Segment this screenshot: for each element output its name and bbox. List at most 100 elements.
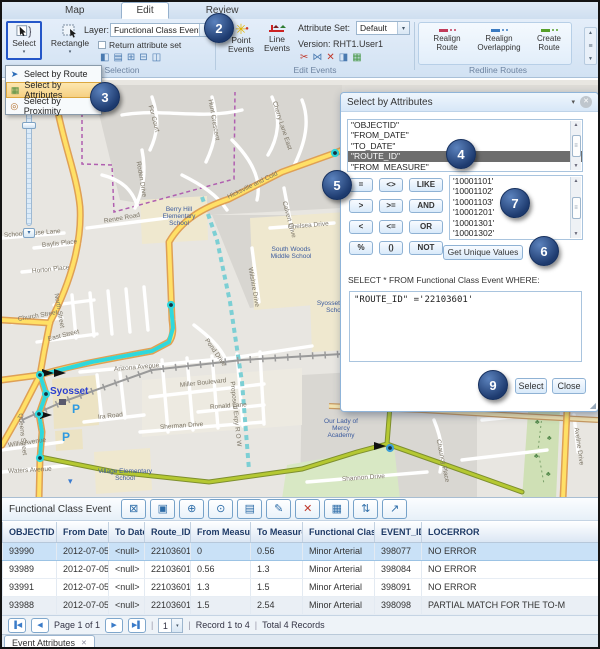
selection-list-icon[interactable]: ▤ xyxy=(113,52,122,63)
page-number-caret-icon[interactable]: ▾ xyxy=(172,618,183,633)
select-dropdown-caret-icon[interactable]: ▾ xyxy=(23,48,26,57)
create-route-button[interactable]: Create Route xyxy=(528,26,570,62)
table-row[interactable]: 939912012-07-05<null>221036011.31.5Minor… xyxy=(3,578,599,596)
attribute-set-caret-icon[interactable]: ▾ xyxy=(397,22,409,34)
col-header[interactable]: OBJECTID xyxy=(3,522,57,542)
cell[interactable]: 22103601 xyxy=(145,542,191,560)
cell[interactable]: 22103601 xyxy=(145,578,191,596)
cell[interactable]: 0.56 xyxy=(191,560,251,578)
split-event-icon[interactable]: ✂ xyxy=(300,52,308,63)
cell[interactable]: PARTIAL MATCH FOR THE TO-M xyxy=(422,596,599,614)
page-number-dropdown[interactable]: 1 ▾ xyxy=(158,618,183,633)
col-header[interactable]: To Date xyxy=(109,522,145,542)
operator-notequal-button[interactable]: <> xyxy=(379,178,403,192)
next-page-button[interactable]: ▶ xyxy=(105,618,123,633)
operator-percent-button[interactable]: % xyxy=(349,241,373,255)
attribute-grid-icon[interactable]: ▦ xyxy=(352,52,361,63)
cell[interactable]: 22103601 xyxy=(145,596,191,614)
cell[interactable]: Minor Arterial xyxy=(303,542,375,560)
collapse-arrow-icon[interactable]: ▾ xyxy=(68,476,73,487)
value-item[interactable]: '10001101' xyxy=(450,176,582,186)
edit-attribute-set-button[interactable]: ✎ xyxy=(266,499,291,519)
value-item[interactable]: '10001302' xyxy=(450,228,582,238)
sort-records-button[interactable]: ⇅ xyxy=(353,499,378,519)
open-table-button[interactable]: ▦ xyxy=(324,499,349,519)
cell[interactable]: 398077 xyxy=(375,542,422,560)
cell[interactable]: 1.3 xyxy=(251,560,303,578)
layer-dropdown[interactable]: Functional Class Event ▾ xyxy=(110,23,212,37)
scroll-down-icon[interactable]: ▼ xyxy=(574,231,579,237)
operator-greaterequal-button[interactable]: >= xyxy=(379,199,403,213)
scrollbar-thumb[interactable]: ≡ xyxy=(572,197,581,219)
cell[interactable]: 398084 xyxy=(375,560,422,578)
cell[interactable]: 93988 xyxy=(3,596,57,614)
cell[interactable]: 22103601 xyxy=(145,560,191,578)
clear-selection-icon[interactable]: ◧ xyxy=(100,52,109,63)
cell[interactable]: 1.5 xyxy=(191,596,251,614)
cell[interactable]: NO ERROR xyxy=(422,542,599,560)
cell[interactable]: NO ERROR xyxy=(422,560,599,578)
export-records-button[interactable]: ↗ xyxy=(382,499,407,519)
operator-not-button[interactable]: NOT xyxy=(409,241,443,255)
tab-map[interactable]: Map xyxy=(50,2,99,19)
col-header[interactable]: Route_ID xyxy=(145,522,191,542)
operator-parens-button[interactable]: () xyxy=(379,241,403,255)
menu-item-select-by-proximity[interactable]: ◎ Select by Proximity xyxy=(6,98,101,114)
where-clause-input[interactable]: "ROUTE_ID" ='22103601' xyxy=(349,291,582,362)
operator-lessequal-button[interactable]: <= xyxy=(379,220,403,234)
col-header[interactable]: Functional Class xyxy=(303,522,375,542)
col-header[interactable]: To Measure xyxy=(251,522,303,542)
first-page-button[interactable]: ▐◀ xyxy=(8,618,26,633)
cell[interactable]: 1.3 xyxy=(191,578,251,596)
cell[interactable]: 93989 xyxy=(3,560,57,578)
scrollbar-thumb[interactable]: ≡ xyxy=(572,135,581,157)
overflow-thumb-icon[interactable]: ≡ xyxy=(588,43,592,50)
cell[interactable]: Minor Arterial xyxy=(303,596,375,614)
cell[interactable]: <null> xyxy=(109,578,145,596)
dialog-select-button[interactable]: Select xyxy=(515,378,547,394)
operator-or-button[interactable]: OR xyxy=(409,220,443,234)
col-header[interactable]: From Date xyxy=(57,522,109,542)
cell[interactable]: 398098 xyxy=(375,596,422,614)
scroll-down-icon[interactable]: ▼ xyxy=(588,56,593,62)
cell[interactable]: 93990 xyxy=(3,542,57,560)
rectangle-dropdown-caret-icon[interactable]: ▾ xyxy=(69,48,72,57)
zoom-out-button[interactable]: ▾ xyxy=(23,228,35,238)
cell[interactable]: <null> xyxy=(109,596,145,614)
field-list-scrollbar[interactable]: ▲ ≡ ▼ xyxy=(570,121,581,170)
merge-events-icon[interactable]: ⋈ xyxy=(312,52,322,63)
realign-overlapping-button[interactable]: Realign Overlapping xyxy=(472,26,526,62)
field-item[interactable]: "OBJECTID" xyxy=(348,120,582,130)
cell[interactable]: NO ERROR xyxy=(422,578,599,596)
pan-to-selected-icon[interactable]: ⊟ xyxy=(139,52,147,63)
cell[interactable]: 1.5 xyxy=(251,578,303,596)
col-header[interactable]: From Measure xyxy=(191,522,251,542)
zoom-slider-handle[interactable] xyxy=(22,122,36,129)
operator-equals-button[interactable]: = xyxy=(349,178,373,192)
cell[interactable]: 398091 xyxy=(375,578,422,596)
return-attribute-set-checkbox[interactable]: Return attribute set xyxy=(98,40,181,50)
delete-event-button[interactable]: ✕ xyxy=(295,499,320,519)
dialog-titlebar[interactable]: Select by Attributes ▾ ✕ xyxy=(341,93,598,112)
scroll-up-icon[interactable]: ▲ xyxy=(574,122,579,128)
scroll-down-icon[interactable]: ▼ xyxy=(574,163,579,169)
resize-grip-icon[interactable]: ◢ xyxy=(590,401,596,410)
switch-selection-button[interactable]: ▣ xyxy=(150,499,175,519)
operator-greater-button[interactable]: > xyxy=(349,199,373,213)
event-grid-icon[interactable]: ◨ xyxy=(339,52,348,63)
cell[interactable]: Minor Arterial xyxy=(303,578,375,596)
get-unique-values-button[interactable]: Get Unique Values xyxy=(443,245,523,260)
cell[interactable]: 2012-07-05 xyxy=(57,542,109,560)
cell[interactable]: 2.54 xyxy=(251,596,303,614)
map-zoom-slider[interactable]: ▾ xyxy=(22,108,36,238)
col-header[interactable]: EVENT_ID xyxy=(375,522,422,542)
save-edits-button[interactable]: ▤ xyxy=(237,499,262,519)
delete-event-icon[interactable]: ✕ xyxy=(326,52,334,63)
operator-less-button[interactable]: < xyxy=(349,220,373,234)
selection-tools-icon[interactable]: ◫ xyxy=(152,52,161,63)
tab-close-icon[interactable]: ✕ xyxy=(81,639,87,647)
operator-like-button[interactable]: LIKE xyxy=(409,178,443,192)
pan-to-event-button[interactable]: ⊙ xyxy=(208,499,233,519)
last-page-button[interactable]: ▶▌ xyxy=(128,618,146,633)
scroll-up-icon[interactable]: ▲ xyxy=(574,178,579,184)
